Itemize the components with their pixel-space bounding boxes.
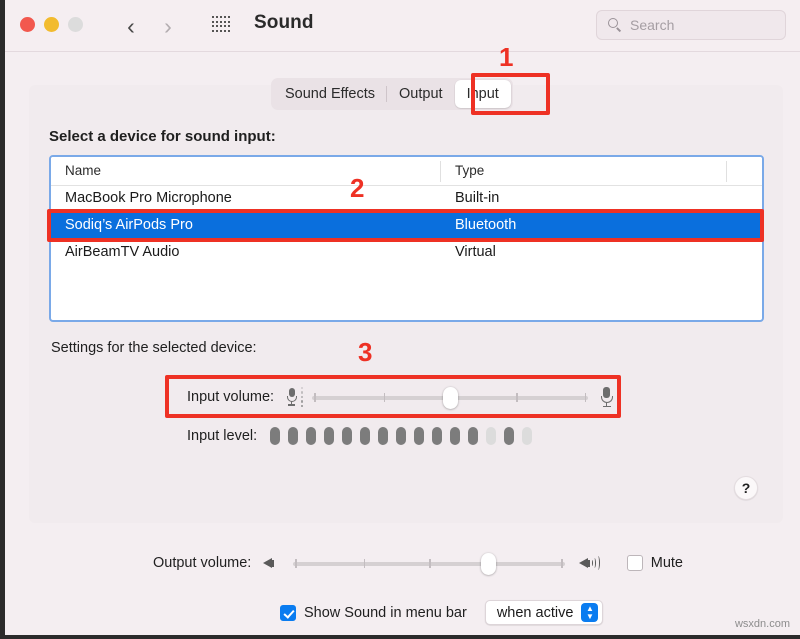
forward-chevron-icon[interactable]: › <box>155 11 181 41</box>
level-segment <box>378 427 389 445</box>
microphone-large-icon <box>600 386 613 408</box>
column-divider-1[interactable] <box>440 161 441 182</box>
device-type: Bluetooth <box>455 217 517 233</box>
table-row[interactable]: MacBook Pro Microphone Built-in <box>51 186 762 213</box>
device-name: MacBook Pro Microphone <box>65 190 232 206</box>
microphone-level-dots-left-icon <box>300 387 304 407</box>
mute-checkbox-group[interactable]: Mute <box>626 555 683 571</box>
input-level-meter <box>270 427 533 445</box>
search-placeholder: Search <box>630 17 675 33</box>
segmented-tab-bar: Sound Effects Output Input <box>271 78 513 110</box>
mute-label: Mute <box>650 555 683 571</box>
show-sound-menubar-checkbox[interactable] <box>280 604 296 621</box>
input-volume-label: Input volume: <box>187 389 275 405</box>
select-device-label: Select a device for sound input: <box>49 128 276 145</box>
column-divider-2[interactable] <box>726 161 727 182</box>
slider-tick <box>516 393 518 402</box>
annotation-number-1: 1 <box>499 42 514 72</box>
slider-tick <box>584 393 586 402</box>
level-segment <box>324 427 335 445</box>
input-volume-knob[interactable] <box>442 387 458 409</box>
sound-preferences-window: ‹ › Sound Search Sound Effects Output In… <box>0 0 800 639</box>
input-volume-row: Input volume: <box>165 378 620 416</box>
device-type: Virtual <box>455 244 496 260</box>
level-segment <box>414 427 425 445</box>
window-titlebar: ‹ › Sound Search <box>5 0 800 52</box>
level-segment <box>504 427 515 445</box>
input-level-label: Input level: <box>187 428 258 444</box>
device-name: Sodiq’s AirPods Pro <box>65 217 193 233</box>
level-segment <box>486 427 497 445</box>
show-sound-menubar-row: Show Sound in menu bar when active ▲ ▼ <box>280 600 604 625</box>
help-button[interactable]: ? <box>734 476 758 500</box>
tab-sound-effects[interactable]: Sound Effects <box>273 80 388 108</box>
output-volume-label: Output volume: <box>153 555 252 571</box>
level-segment <box>432 427 443 445</box>
back-chevron-icon[interactable]: ‹ <box>118 11 144 41</box>
slider-tick <box>295 559 297 568</box>
mute-checkbox[interactable] <box>626 555 643 571</box>
watermark: wsxdn.com <box>734 618 790 630</box>
speaker-loud-icon <box>578 555 603 571</box>
level-segment <box>270 427 281 445</box>
slider-tick <box>314 393 316 402</box>
level-segment <box>522 427 533 445</box>
level-segment <box>396 427 407 445</box>
level-segment <box>306 427 317 445</box>
level-segment <box>288 427 299 445</box>
output-volume-slider[interactable] <box>293 553 565 575</box>
menubar-visibility-select[interactable]: when active ▲ ▼ <box>484 600 604 625</box>
minimize-window-button[interactable] <box>44 17 59 32</box>
slider-tick <box>383 393 386 402</box>
speaker-mute-icon <box>263 555 279 571</box>
chevron-updown-icon: ▲ ▼ <box>581 603 599 622</box>
annotation-number-3: 3 <box>358 337 373 367</box>
table-header-row: Name Type <box>51 157 762 186</box>
level-segment <box>342 427 353 445</box>
slider-tick <box>429 559 431 568</box>
column-header-type[interactable]: Type <box>455 163 484 178</box>
maximize-window-button[interactable] <box>68 17 83 32</box>
output-volume-row: Output volume: Mute <box>153 548 683 578</box>
column-header-name[interactable]: Name <box>65 163 101 178</box>
level-segment <box>360 427 371 445</box>
device-name: AirBeamTV Audio <box>65 244 180 260</box>
level-segment <box>450 427 461 445</box>
close-window-button[interactable] <box>20 17 35 32</box>
microphone-level-dots-right-icon <box>616 385 620 409</box>
settings-for-device-label: Settings for the selected device: <box>51 340 257 356</box>
input-level-row: Input level: <box>187 427 533 445</box>
device-type: Built-in <box>455 190 500 206</box>
tab-input[interactable]: Input <box>454 80 511 108</box>
input-device-table[interactable]: Name Type MacBook Pro Microphone Built-i… <box>49 155 764 322</box>
level-segment <box>468 427 479 445</box>
show-sound-menubar-label: Show Sound in menu bar <box>304 604 467 621</box>
table-row[interactable]: AirBeamTV Audio Virtual <box>51 240 762 267</box>
annotation-number-2: 2 <box>350 173 365 203</box>
slider-tick <box>363 559 366 568</box>
search-input[interactable]: Search <box>596 10 786 40</box>
search-icon <box>608 18 622 32</box>
tab-output[interactable]: Output <box>387 80 455 108</box>
apps-grid-icon[interactable] <box>212 16 231 33</box>
menubar-visibility-value: when active <box>496 604 574 621</box>
page-title: Sound <box>254 12 314 33</box>
slider-tick <box>561 559 563 568</box>
microphone-small-icon <box>286 388 297 406</box>
output-volume-knob[interactable] <box>481 553 497 575</box>
table-row-selected[interactable]: Sodiq’s AirPods Pro Bluetooth <box>51 213 762 240</box>
input-volume-slider[interactable] <box>312 387 588 409</box>
